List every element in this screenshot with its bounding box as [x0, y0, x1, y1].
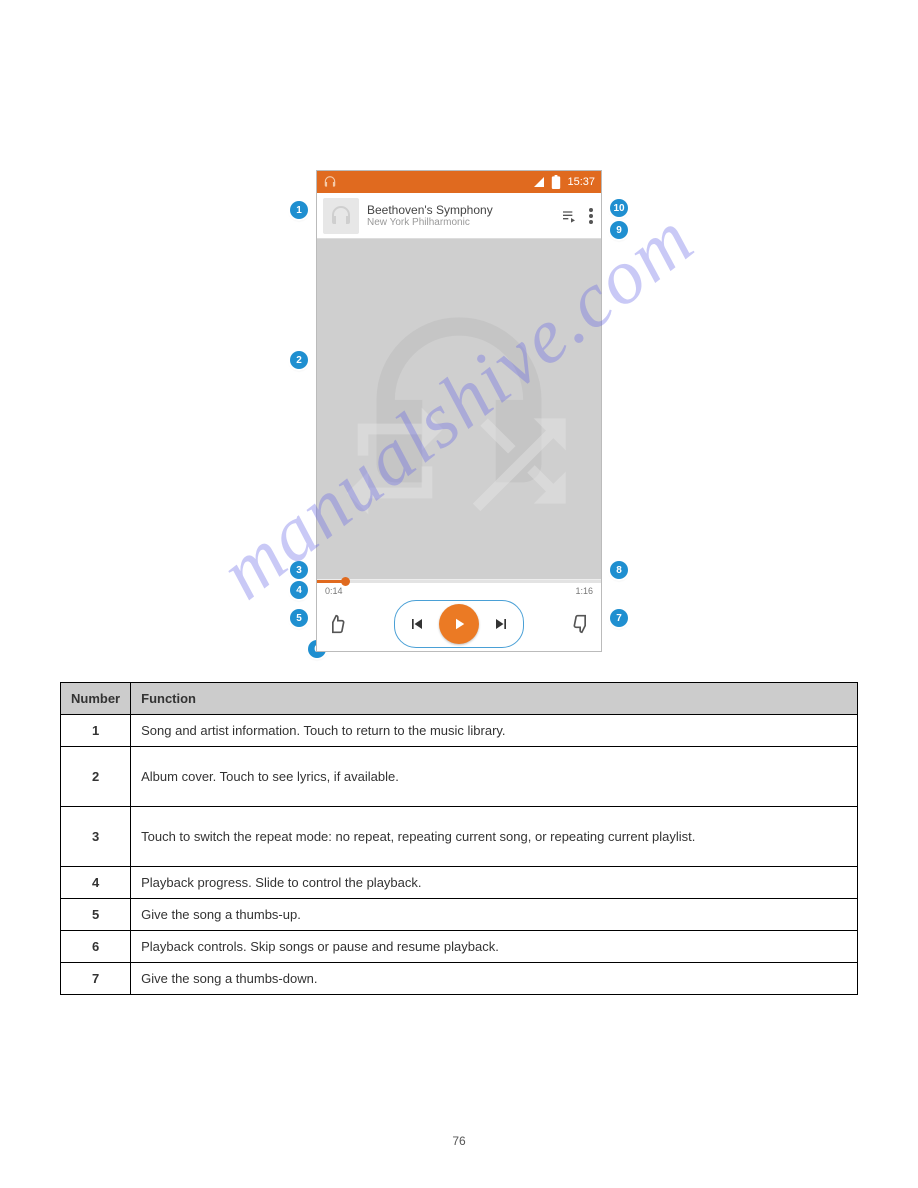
table-row: 5Give the song a thumbs-up.: [61, 899, 858, 931]
legend-num: 7: [61, 963, 131, 995]
legend-desc: Touch to switch the repeat mode: no repe…: [131, 807, 858, 867]
legend-desc: Album cover. Touch to see lyrics, if ava…: [131, 747, 858, 807]
callout-badge: 10: [610, 199, 628, 217]
playback-controls: [317, 597, 601, 651]
legend-desc: Playback controls. Skip songs or pause a…: [131, 931, 858, 963]
thumbs-down-button[interactable]: [569, 614, 593, 634]
now-playing-header[interactable]: Beethoven's Symphony New York Philharmon…: [317, 193, 601, 239]
callout-badge: 5: [290, 609, 308, 627]
headphones-icon: [329, 204, 353, 228]
callout-badge: 7: [610, 609, 628, 627]
callout-badge: 9: [610, 221, 628, 239]
play-button[interactable]: [439, 604, 479, 644]
legend-header-number: Number: [61, 683, 131, 715]
legend-num: 6: [61, 931, 131, 963]
legend-header-function: Function: [131, 683, 858, 715]
table-row: 1Song and artist information. Touch to r…: [61, 715, 858, 747]
next-button[interactable]: [489, 614, 513, 634]
callout-badge: 8: [610, 561, 628, 579]
album-art-area[interactable]: [317, 239, 601, 579]
legend-num: 5: [61, 899, 131, 931]
signal-icon: [533, 176, 545, 188]
progress-bar[interactable]: 0:14 1:16: [317, 579, 601, 597]
callout-badge: 1: [290, 201, 308, 219]
legend-num: 4: [61, 867, 131, 899]
time-total: 1:16: [575, 586, 593, 596]
legend-desc: Give the song a thumbs-up.: [131, 899, 858, 931]
legend-desc: Playback progress. Slide to control the …: [131, 867, 858, 899]
album-thumbnail[interactable]: [323, 198, 359, 234]
page-number: 76: [0, 1134, 918, 1148]
legend-num: 1: [61, 715, 131, 747]
clock: 15:37: [567, 176, 595, 188]
callout-badge: 3: [290, 561, 308, 579]
previous-button[interactable]: [405, 614, 429, 634]
callout-badge: 4: [290, 581, 308, 599]
legend-desc: Song and artist information. Touch to re…: [131, 715, 858, 747]
legend-table: Number Function 1Song and artist informa…: [60, 682, 858, 995]
headphones-icon: [323, 175, 337, 189]
queue-icon[interactable]: [561, 208, 577, 224]
table-row: 3Touch to switch the repeat mode: no rep…: [61, 807, 858, 867]
overflow-menu-icon[interactable]: [589, 208, 593, 224]
table-row: 7Give the song a thumbs-down.: [61, 963, 858, 995]
shuffle-icon[interactable]: [459, 351, 587, 571]
callout-badge: 2: [290, 351, 308, 369]
repeat-icon[interactable]: [331, 351, 459, 571]
legend-desc: Give the song a thumbs-down.: [131, 963, 858, 995]
legend-num: 2: [61, 747, 131, 807]
legend-num: 3: [61, 807, 131, 867]
thumbs-up-button[interactable]: [325, 614, 349, 634]
battery-icon: [551, 175, 561, 189]
table-row: 4Playback progress. Slide to control the…: [61, 867, 858, 899]
time-elapsed: 0:14: [325, 586, 343, 596]
table-row: 6Playback controls. Skip songs or pause …: [61, 931, 858, 963]
status-bar: 15:37: [317, 171, 601, 193]
table-row: 2Album cover. Touch to see lyrics, if av…: [61, 747, 858, 807]
track-artist: New York Philharmonic: [367, 217, 553, 228]
phone-mockup: 15:37 Beethoven's Symphony New York Phil…: [316, 170, 602, 652]
track-title: Beethoven's Symphony: [367, 203, 553, 217]
